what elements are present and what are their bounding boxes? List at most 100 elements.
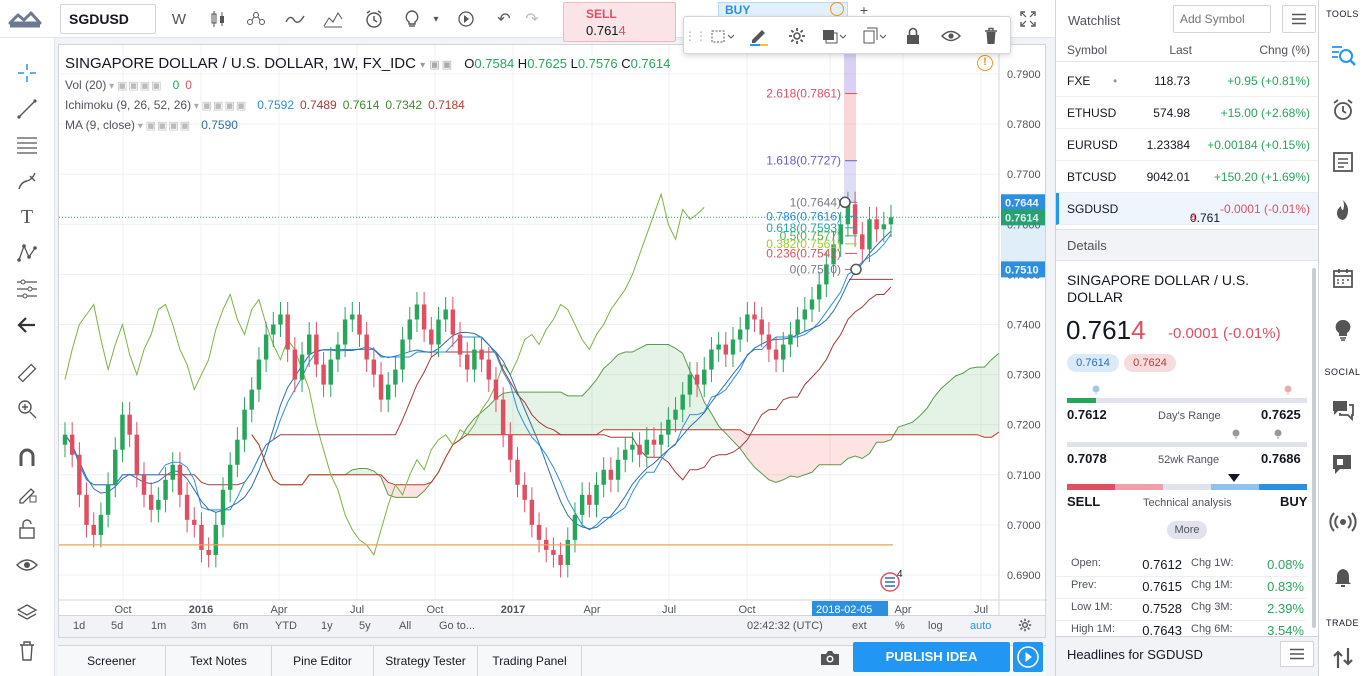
indicator-settings-icon[interactable]: ▣▣▣▣: [202, 100, 252, 112]
watchlist-row[interactable]: EURUSD 1.23384 +0.00184 (+0.15%): [1056, 129, 1318, 161]
tab-screener[interactable]: Screener: [58, 646, 166, 676]
range-button-1d[interactable]: 1d: [73, 620, 85, 632]
chevron-down-icon[interactable]: ▾: [428, 6, 444, 32]
symbol-search-input[interactable]: SGDUSD: [60, 4, 156, 34]
sell-button[interactable]: SELL 0.7614: [563, 2, 676, 42]
tab-text-notes[interactable]: Text Notes: [166, 646, 272, 676]
headlines-header[interactable]: Headlines for SGDUSD: [1056, 636, 1318, 676]
notifications-bell-icon[interactable]: [1327, 562, 1359, 594]
undo-icon[interactable]: ↶: [492, 6, 516, 32]
chevron-down-icon[interactable]: ▾: [106, 81, 117, 92]
range-button-6m[interactable]: 6m: [233, 620, 248, 632]
auto-scale-toggle[interactable]: auto: [970, 620, 991, 632]
chats-icon[interactable]: [1327, 394, 1359, 426]
ruler-icon[interactable]: [10, 358, 44, 388]
utc-clock[interactable]: 02:42:32 (UTC): [747, 620, 823, 632]
hotlists-flame-icon[interactable]: [1327, 194, 1359, 226]
ideas-stream-lightbulb-icon[interactable]: [1327, 314, 1359, 346]
settings-gear-icon[interactable]: [780, 17, 814, 55]
chart-pane[interactable]: 0.79000.78000.77000.76000.75000.74000.73…: [58, 44, 1047, 617]
percent-scale-toggle[interactable]: %: [895, 620, 905, 632]
warning-icon[interactable]: !: [977, 55, 993, 71]
prediction-tools-icon[interactable]: [10, 274, 44, 304]
ideas-lightbulb-icon[interactable]: [398, 6, 426, 32]
alerts-clock-icon[interactable]: [1327, 94, 1359, 126]
magnet-icon[interactable]: [10, 442, 44, 472]
legend-settings-icon[interactable]: ▣▣: [429, 59, 454, 71]
watchlist-row[interactable]: FXE • 118.73 +0.95 (+0.81%): [1056, 65, 1318, 97]
compare-icon[interactable]: [243, 6, 269, 32]
replay-icon[interactable]: [452, 6, 480, 32]
range-button-5d[interactable]: 5d: [111, 620, 123, 632]
publish-idea-button[interactable]: PUBLISH IDEA: [853, 642, 1010, 672]
indicators-icon[interactable]: [282, 6, 308, 32]
redo-icon[interactable]: ↷: [520, 6, 544, 32]
watchlist-menu-icon[interactable]: [1282, 5, 1316, 33]
drag-handle-icon[interactable]: ⋮⋮: [684, 17, 707, 55]
publish-play-icon[interactable]: [1013, 642, 1043, 672]
add-symbol-input[interactable]: [1173, 5, 1271, 33]
delete-drawing-icon[interactable]: [976, 17, 1006, 55]
zoom-in-icon[interactable]: [10, 394, 44, 424]
watchlist-row[interactable]: ETHUSD 574.98 +15.00 (+2.68%): [1056, 97, 1318, 129]
indicator-legend-row[interactable]: Vol (20) ▾ ▣▣▣▣ 00: [65, 78, 192, 92]
chevron-down-icon[interactable]: ▾: [135, 121, 146, 132]
tab-pine-editor[interactable]: Pine Editor: [272, 646, 374, 676]
trading-panel-icon[interactable]: [1327, 642, 1359, 674]
alert-clock-icon[interactable]: [360, 6, 388, 32]
candlestick-type-icon[interactable]: [205, 6, 231, 32]
trend-line-icon[interactable]: [10, 94, 44, 124]
brush-icon[interactable]: [10, 166, 44, 196]
watchlist-search-icon[interactable]: [1327, 40, 1359, 72]
more-button[interactable]: More: [1167, 521, 1207, 539]
private-chats-icon[interactable]: [1327, 448, 1359, 480]
col-chng[interactable]: Chng (%): [1246, 43, 1310, 57]
chevron-down-icon[interactable]: ▾: [191, 101, 202, 112]
pattern-icon[interactable]: [10, 238, 44, 268]
go-to-date-button[interactable]: Go to...: [439, 620, 475, 632]
range-button-1m[interactable]: 1m: [151, 620, 166, 632]
lock-icon[interactable]: [10, 514, 44, 544]
watchlist-title[interactable]: Watchlist: [1068, 13, 1120, 28]
watchlist-row[interactable]: SGDUSD 0.761 4 -0.0001 (-0.01%): [1056, 193, 1318, 225]
range-button-5y[interactable]: 5y: [359, 620, 371, 632]
indicator-settings-icon[interactable]: ▣▣▣▣: [117, 80, 167, 92]
chevron-down-icon[interactable]: ▾: [420, 60, 425, 71]
scale-settings-gear-icon[interactable]: [1018, 618, 1032, 635]
hide-drawing-eye-icon[interactable]: [936, 17, 966, 55]
back-arrow-icon[interactable]: [10, 310, 44, 340]
tab-trading-panel[interactable]: Trading Panel: [478, 646, 582, 676]
streams-broadcast-icon[interactable]: [1327, 506, 1359, 538]
trash-icon[interactable]: [10, 636, 44, 666]
text-tool-icon[interactable]: T: [10, 202, 44, 232]
indicator-settings-icon[interactable]: ▣▣▣▣: [146, 120, 196, 132]
log-scale-toggle[interactable]: log: [928, 620, 943, 632]
tab-strategy-tester[interactable]: Strategy Tester: [374, 646, 478, 676]
eye-icon[interactable]: [10, 550, 44, 580]
lock-drawing-icon[interactable]: [898, 17, 928, 55]
col-last[interactable]: Last: [1165, 43, 1192, 57]
range-button-all[interactable]: All: [399, 620, 411, 632]
headlines-menu-icon[interactable]: [1280, 641, 1314, 667]
range-button-ytd[interactable]: YTD: [275, 620, 297, 632]
calendar-icon[interactable]: [1327, 262, 1359, 294]
stay-in-drawing-mode-icon[interactable]: [10, 478, 44, 508]
extended-hours-toggle[interactable]: ext: [852, 620, 867, 632]
selection-dropdown-icon[interactable]: [704, 17, 740, 55]
line-color-pencil-icon[interactable]: [742, 17, 776, 55]
details-header[interactable]: Details: [1056, 229, 1318, 261]
indicator-legend-row[interactable]: Ichimoku (9, 26, 52, 26) ▾ ▣▣▣▣ 0.7592 0.…: [65, 98, 465, 112]
crosshair-icon[interactable]: [10, 58, 44, 88]
range-button-1y[interactable]: 1y: [321, 620, 333, 632]
watchlist-row[interactable]: BTCUSD 9042.01 +150.20 (+1.69%): [1056, 161, 1318, 193]
horizontal-lines-icon[interactable]: [10, 130, 44, 160]
range-button-3m[interactable]: 3m: [191, 620, 206, 632]
financials-icon[interactable]: [320, 6, 346, 32]
details-scrollbar[interactable]: [1312, 268, 1316, 628]
visual-order-icon[interactable]: [816, 17, 852, 55]
interval-button[interactable]: W: [166, 6, 192, 32]
camera-snapshot-icon[interactable]: [819, 648, 845, 670]
tradingview-logo-icon[interactable]: [6, 7, 46, 31]
data-window-icon[interactable]: [1327, 146, 1359, 178]
col-symbol[interactable]: Symbol: [1067, 43, 1107, 57]
